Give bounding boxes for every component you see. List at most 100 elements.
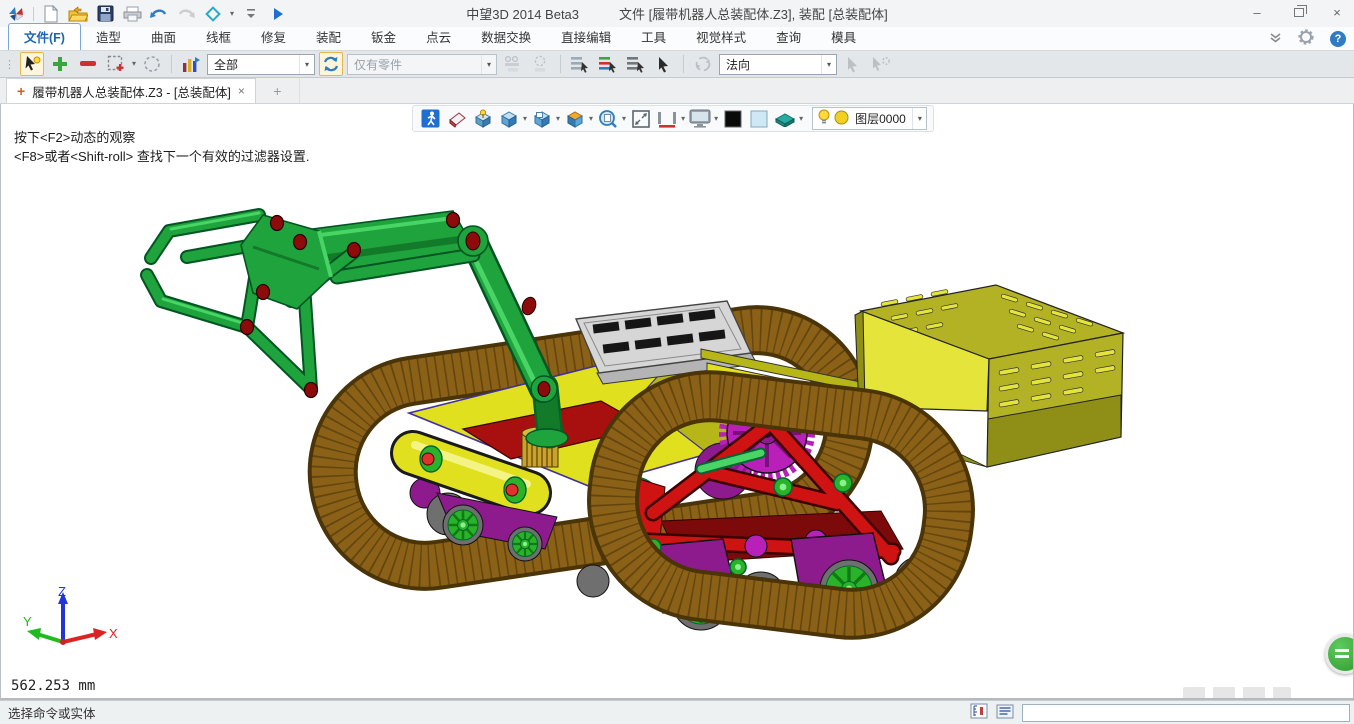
reorient-icon[interactable]: [691, 52, 715, 76]
zoom-lens-caret-icon[interactable]: ▾: [622, 115, 626, 123]
prompt-hints: 按下<F2>动态的观察 <F8>或者<Shift-roll> 查找下一个有效的过…: [14, 128, 309, 166]
ribbon-tab-bar: 文件(F) 造型 曲面 线框 修复 装配 钣金 点云 数据交换 直接编辑 工具 …: [0, 27, 1354, 50]
new-file-icon[interactable]: [41, 4, 61, 24]
pick-filter-icon[interactable]: [20, 52, 44, 76]
restore-button[interactable]: [1284, 3, 1310, 21]
select-options-icon[interactable]: [869, 52, 893, 76]
model-viewport[interactable]: 按下<F2>动态的观察 <F8>或者<Shift-roll> 查找下一个有效的过…: [0, 104, 1354, 700]
ribbon-tab-pointcloud[interactable]: 点云: [411, 24, 466, 50]
define-group-icon[interactable]: [529, 52, 553, 76]
start-icon[interactable]: [268, 4, 288, 24]
status-input-field[interactable]: [1022, 704, 1350, 722]
new-document-tab-button[interactable]: +: [256, 78, 300, 103]
zoom-window-icon[interactable]: [629, 107, 652, 130]
pick-from-list-icon[interactable]: [568, 52, 592, 76]
view-navigation-icon[interactable]: [203, 4, 223, 24]
left-road-wheel-2: [508, 527, 542, 561]
selection-toolbar: ⋮ ▾ 全部 ▾ 仅有零件 ▾: [0, 50, 1354, 78]
collapse-ribbon-icon[interactable]: [1269, 32, 1282, 46]
view-navigation-caret-icon[interactable]: ▾: [230, 10, 234, 18]
zoom-fit-icon[interactable]: [655, 107, 678, 130]
ribbon-tab-sheetmetal[interactable]: 钣金: [356, 24, 411, 50]
settings-gear-icon[interactable]: [1298, 29, 1314, 48]
chevron-down-icon[interactable]: ▾: [481, 55, 496, 74]
layer-color-icon[interactable]: [834, 110, 849, 128]
view-cube-caret-icon[interactable]: ▾: [523, 115, 527, 123]
pick-last-list-icon[interactable]: [624, 52, 648, 76]
ribbon-tab-assembly[interactable]: 装配: [301, 24, 356, 50]
title-bar: ▾ 中望3D 2014 Beta3 文件 [履带机器人总装配体.Z3], 装配 …: [0, 0, 1354, 27]
view-cube-icon[interactable]: [497, 107, 520, 130]
print-icon[interactable]: [122, 4, 142, 24]
pick-from-colored-list-icon[interactable]: [596, 52, 620, 76]
remove-select-icon[interactable]: [76, 52, 100, 76]
document-tab-active[interactable]: + 履带机器人总装配体.Z3 - [总装配体] ×: [6, 78, 256, 103]
model-canvas[interactable]: [1, 104, 1353, 699]
z-axis-label: Z: [58, 584, 66, 599]
ribbon-tab-surface[interactable]: 曲面: [136, 24, 191, 50]
layer-visibility-bulb-icon[interactable]: [817, 109, 831, 128]
status-message: 选择命令或实体: [8, 703, 96, 722]
window-select-icon[interactable]: [104, 52, 128, 76]
tab-close-icon[interactable]: ×: [238, 84, 245, 98]
filter-scope-dropdown[interactable]: 全部 ▾: [207, 54, 315, 75]
pin-view-icon[interactable]: [471, 107, 494, 130]
view-image-caret-icon[interactable]: ▾: [556, 115, 560, 123]
erase-icon[interactable]: [445, 107, 468, 130]
isometric-view-icon[interactable]: [563, 107, 586, 130]
left-road-wheel-1: [443, 505, 483, 545]
open-file-icon[interactable]: [68, 4, 88, 24]
ribbon-tab-shape[interactable]: 造型: [81, 24, 136, 50]
undo-icon[interactable]: [149, 4, 169, 24]
zoom-lens-icon[interactable]: [596, 107, 619, 130]
ribbon-tab-wireframe[interactable]: 线框: [191, 24, 246, 50]
document-tab-bar: + 履带机器人总装配体.Z3 - [总装配体] × +: [0, 78, 1354, 104]
zoom-fit-caret-icon[interactable]: ▾: [681, 115, 685, 123]
color-filter-icon[interactable]: [179, 52, 203, 76]
layer-control[interactable]: 图层0000 ▾: [812, 107, 927, 130]
ribbon-tab-directedit[interactable]: 直接编辑: [546, 24, 626, 50]
isometric-view-caret-icon[interactable]: ▾: [589, 115, 593, 123]
save-icon[interactable]: [95, 4, 115, 24]
minimize-button[interactable]: –: [1244, 3, 1270, 21]
view-image-icon[interactable]: [530, 107, 553, 130]
pick-cursor-icon[interactable]: [652, 52, 676, 76]
help-icon[interactable]: ?: [1330, 31, 1346, 47]
close-button[interactable]: ×: [1324, 3, 1350, 21]
ground-plane-caret-icon[interactable]: ▾: [799, 115, 803, 123]
define-set-icon[interactable]: [501, 52, 525, 76]
exit-icon[interactable]: [419, 107, 442, 130]
redo-icon[interactable]: [176, 4, 196, 24]
lasso-select-icon[interactable]: [140, 52, 164, 76]
ribbon-tab-inquire[interactable]: 查询: [761, 24, 816, 50]
ribbon-tab-tools[interactable]: 工具: [626, 24, 681, 50]
measurement-readout: 562.253 mm: [11, 678, 95, 694]
background-blue-swatch[interactable]: [747, 107, 770, 130]
window-select-caret-icon[interactable]: ▾: [132, 60, 136, 68]
part-filter-dropdown[interactable]: 仅有零件 ▾: [347, 54, 497, 75]
part-filter-value: 仅有零件: [354, 56, 402, 73]
layer-caret-icon[interactable]: ▾: [912, 108, 922, 129]
ribbon-tab-file[interactable]: 文件(F): [8, 23, 81, 50]
robot-model: [147, 211, 1123, 630]
display-mode-icon[interactable]: [688, 107, 711, 130]
toolbar-options-icon[interactable]: [241, 4, 261, 24]
chevron-down-icon[interactable]: ▾: [821, 55, 836, 74]
ribbon-tab-mold[interactable]: 模具: [816, 24, 871, 50]
select-cursor2-icon[interactable]: [841, 52, 865, 76]
add-select-icon[interactable]: [48, 52, 72, 76]
filter-list-status-icon[interactable]: [970, 703, 988, 722]
x-axis-label: X: [109, 626, 118, 641]
output-log-icon[interactable]: [996, 704, 1014, 722]
app-logo-icon[interactable]: [6, 4, 26, 24]
ground-plane-icon[interactable]: [773, 107, 796, 130]
ribbon-tab-dataexchange[interactable]: 数据交换: [466, 24, 546, 50]
display-mode-caret-icon[interactable]: ▾: [714, 115, 718, 123]
toolbar-grip-icon[interactable]: ⋮: [4, 58, 14, 71]
ribbon-tab-visualstyle[interactable]: 视觉样式: [681, 24, 761, 50]
regen-filter-icon[interactable]: [319, 52, 343, 76]
ribbon-tab-repair[interactable]: 修复: [246, 24, 301, 50]
background-black-swatch[interactable]: [721, 107, 744, 130]
orientation-dropdown[interactable]: 法向 ▾: [719, 54, 837, 75]
chevron-down-icon[interactable]: ▾: [299, 55, 314, 74]
